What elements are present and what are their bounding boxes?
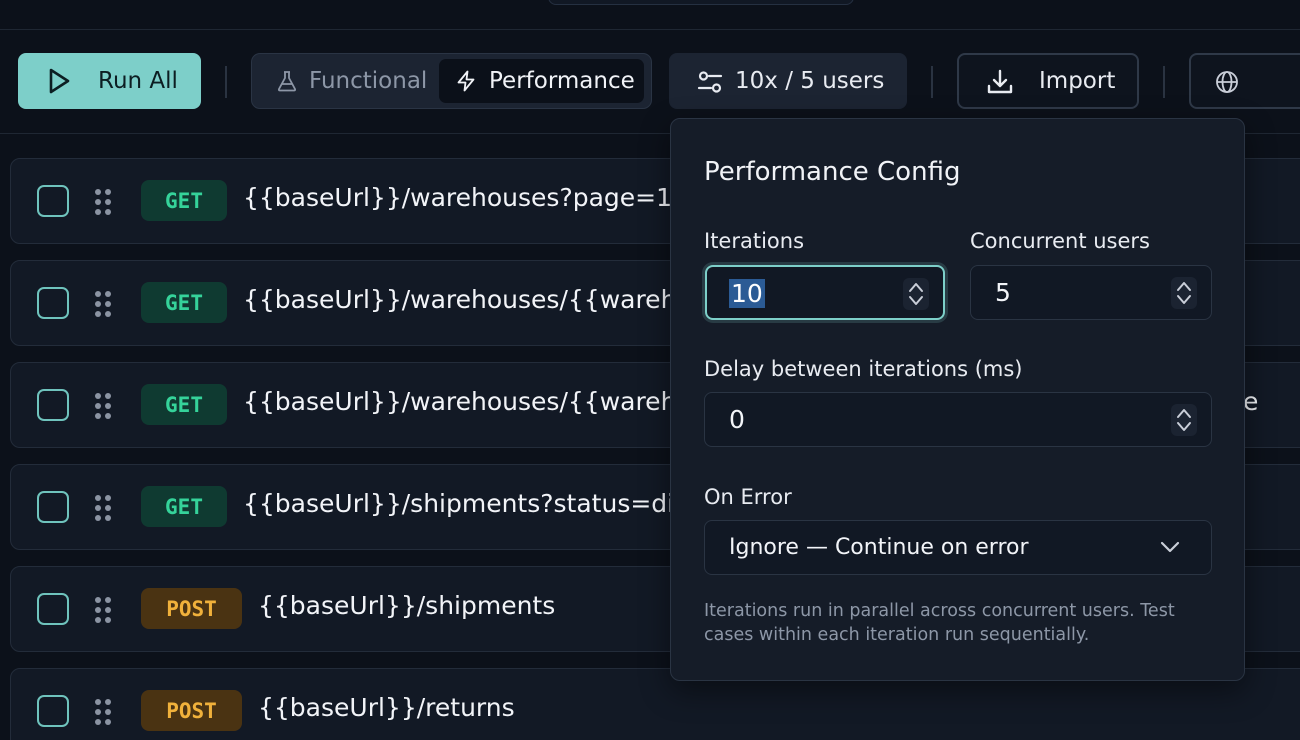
- config-summary-label: 10x / 5 users: [735, 68, 885, 94]
- request-url: {{baseUrl}}/shipments: [258, 591, 556, 620]
- run-all-label: Run All: [98, 68, 178, 94]
- row-checkbox[interactable]: [37, 389, 69, 421]
- drag-handle-icon[interactable]: [95, 291, 113, 317]
- mode-performance-label: Performance: [489, 68, 635, 94]
- top-tab-stub[interactable]: [548, 0, 854, 5]
- performance-config-popover: Performance Config Iterations 10 Concurr…: [670, 118, 1245, 681]
- on-error-select[interactable]: Ignore — Continue on error: [704, 520, 1212, 575]
- method-badge: GET: [141, 486, 227, 527]
- toolbar-divider: [1163, 66, 1165, 98]
- iterations-label: Iterations: [704, 229, 805, 253]
- on-error-label: On Error: [704, 485, 792, 509]
- popover-title: Performance Config: [704, 157, 961, 187]
- drag-handle-icon[interactable]: [95, 189, 113, 215]
- row-checkbox[interactable]: [37, 185, 69, 217]
- method-badge: GET: [141, 282, 227, 323]
- method-badge: GET: [141, 384, 227, 425]
- method-badge: POST: [141, 690, 242, 731]
- spinner-arrows-icon[interactable]: [903, 278, 929, 310]
- drag-handle-icon[interactable]: [95, 393, 113, 419]
- run-all-button[interactable]: Run All: [18, 53, 201, 109]
- method-badge: GET: [141, 180, 227, 221]
- play-icon: [49, 68, 70, 94]
- request-url: {{baseUrl}}/shipments?status=di: [243, 489, 675, 518]
- popover-help-text: Iterations run in parallel across concur…: [704, 601, 1175, 645]
- concurrent-users-label: Concurrent users: [970, 229, 1150, 253]
- toolbar-divider: [225, 66, 227, 98]
- mode-functional-label: Functional: [309, 68, 428, 94]
- delay-value: 0: [729, 405, 745, 434]
- delay-label: Delay between iterations (ms): [704, 357, 1023, 381]
- import-label: Import: [1039, 68, 1116, 94]
- request-url: {{baseUrl}}/warehouses/{{wareh: [243, 387, 677, 416]
- test-mode-toggle: Functional Performance: [251, 53, 652, 109]
- top-tab-strip: [0, 0, 1300, 30]
- iterations-value: 10: [729, 279, 765, 308]
- toolbar-divider: [931, 66, 933, 98]
- drag-handle-icon[interactable]: [95, 597, 113, 623]
- import-button[interactable]: Import: [957, 53, 1139, 109]
- request-url-trailing: e: [1243, 387, 1259, 416]
- drag-handle-icon[interactable]: [95, 699, 113, 725]
- iterations-input[interactable]: 10: [705, 265, 945, 320]
- row-checkbox[interactable]: [37, 695, 69, 727]
- performance-config-button[interactable]: 10x / 5 users: [669, 53, 907, 109]
- row-checkbox[interactable]: [37, 491, 69, 523]
- bolt-icon: [457, 70, 475, 92]
- environment-button[interactable]: [1189, 53, 1300, 109]
- row-checkbox[interactable]: [37, 287, 69, 319]
- spinner-arrows-icon[interactable]: [1171, 277, 1197, 309]
- on-error-value: Ignore — Continue on error: [729, 535, 1029, 560]
- flask-icon: [277, 71, 297, 92]
- download-icon: [987, 69, 1013, 94]
- chevron-down-icon: [1160, 541, 1180, 553]
- sliders-icon: [697, 71, 723, 93]
- row-checkbox[interactable]: [37, 593, 69, 625]
- request-url: {{baseUrl}}/warehouses?page=1&: [243, 183, 692, 212]
- request-url: {{baseUrl}}/warehouses/{{wareh: [243, 285, 677, 314]
- globe-icon: [1216, 71, 1238, 93]
- concurrent-users-value: 5: [995, 278, 1011, 307]
- spinner-arrows-icon[interactable]: [1171, 404, 1197, 436]
- drag-handle-icon[interactable]: [95, 495, 113, 521]
- delay-input[interactable]: 0: [704, 392, 1212, 447]
- method-badge: POST: [141, 588, 242, 629]
- mode-performance-tab[interactable]: Performance: [439, 59, 644, 103]
- request-url: {{baseUrl}}/returns: [258, 693, 515, 722]
- mode-functional-tab[interactable]: Functional: [262, 59, 438, 103]
- concurrent-users-input[interactable]: 5: [970, 265, 1212, 320]
